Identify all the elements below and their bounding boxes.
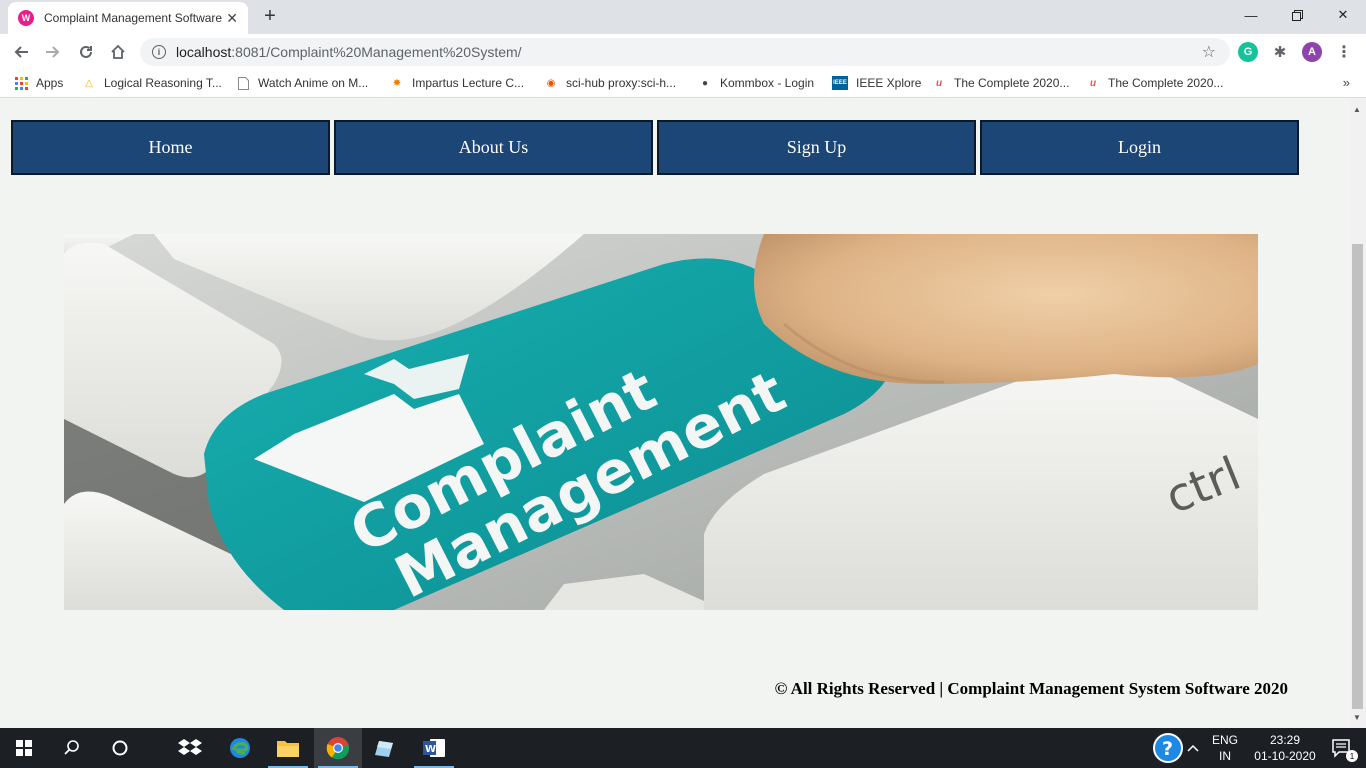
- nav-signup-button[interactable]: Sign Up: [657, 120, 976, 175]
- forward-icon[interactable]: [40, 39, 66, 65]
- bookmarks-overflow-icon[interactable]: »: [1343, 75, 1350, 90]
- home-icon[interactable]: [105, 39, 131, 65]
- bookmark-kommbox[interactable]: ● Kommbox - Login: [698, 76, 814, 90]
- cortana-icon[interactable]: [96, 728, 144, 768]
- udemy-icon: u: [935, 77, 943, 89]
- bookmark-logical-reasoning[interactable]: △ Logical Reasoning T...: [82, 76, 222, 90]
- udemy-icon: u: [1089, 77, 1097, 89]
- dropbox-icon[interactable]: [166, 728, 214, 768]
- footer-copyright: © All Rights Reserved | Complaint Manage…: [774, 679, 1288, 698]
- bookmark-udemy-1[interactable]: u The Complete 2020...: [932, 76, 1069, 90]
- scroll-down-icon[interactable]: ▼: [1353, 713, 1361, 722]
- bookmark-apps[interactable]: Apps: [14, 76, 63, 90]
- bookmark-star-icon[interactable]: ☆: [1202, 42, 1216, 62]
- globe-icon: ●: [701, 77, 709, 89]
- nav-login-button[interactable]: Login: [980, 120, 1299, 175]
- edge-icon[interactable]: [216, 728, 264, 768]
- nav-about-button[interactable]: About Us: [334, 120, 653, 175]
- action-center-icon[interactable]: 1: [1318, 728, 1366, 768]
- language-indicator[interactable]: ENG IN: [1208, 732, 1242, 764]
- bookmark-udemy-2[interactable]: u The Complete 2020...: [1086, 76, 1223, 90]
- page-viewport: Home About Us Sign Up Login Complaint Ma…: [0, 99, 1349, 728]
- windows-taskbar: W ? ENG IN 23:29 01-10-2020 1: [0, 728, 1366, 768]
- file-explorer-icon[interactable]: [264, 728, 312, 768]
- bookmark-ieee[interactable]: IEEE IEEE Xplore: [832, 76, 921, 90]
- page-scrollbar[interactable]: ▲ ▼: [1349, 99, 1366, 728]
- chrome-taskbar-icon[interactable]: [314, 728, 362, 768]
- search-icon[interactable]: [48, 728, 96, 768]
- clock[interactable]: 23:29 01-10-2020: [1250, 732, 1320, 764]
- bookmark-scihub[interactable]: ◉ sci-hub proxy:sci-h...: [544, 76, 676, 90]
- scroll-thumb[interactable]: [1352, 244, 1363, 709]
- windows-start-icon[interactable]: [0, 728, 48, 768]
- reload-icon[interactable]: [73, 39, 99, 65]
- tab-close-icon[interactable]: ✕: [226, 10, 238, 27]
- profile-avatar[interactable]: A: [1302, 42, 1322, 62]
- svg-text:?: ?: [1162, 738, 1173, 760]
- impartus-icon: ✸: [392, 77, 402, 89]
- tray-chevron-up-icon[interactable]: [1178, 728, 1208, 768]
- browser-toolbar: i localhost:8081/Complaint%20Management%…: [0, 34, 1366, 70]
- main-navbar: Home About Us Sign Up Login: [11, 120, 1299, 175]
- restore-icon[interactable]: [1274, 0, 1320, 30]
- scihub-icon: ◉: [546, 77, 556, 89]
- new-tab-icon[interactable]: +: [258, 4, 282, 28]
- bookmark-impartus[interactable]: ✸ Impartus Lecture C...: [390, 76, 524, 90]
- menu-kebab-icon[interactable]: ⋮: [1334, 42, 1354, 62]
- extensions-puzzle-icon[interactable]: ✱: [1270, 42, 1290, 62]
- nav-home-button[interactable]: Home: [11, 120, 330, 175]
- minimize-icon[interactable]: —: [1228, 0, 1274, 30]
- svg-text:W: W: [425, 744, 436, 755]
- word-icon[interactable]: W: [410, 728, 458, 768]
- close-window-icon[interactable]: ✕: [1320, 0, 1366, 30]
- ieee-icon: IEEE: [832, 76, 848, 90]
- bookmarks-bar: Apps △ Logical Reasoning T... Watch Anim…: [0, 70, 1366, 98]
- browser-tabstrip: W Complaint Management Software ✕ + — ✕: [0, 0, 1366, 34]
- logical-reasoning-icon: △: [85, 77, 93, 89]
- site-info-icon[interactable]: i: [152, 45, 166, 59]
- address-bar[interactable]: i localhost:8081/Complaint%20Management%…: [140, 38, 1230, 66]
- page-icon: [236, 76, 250, 90]
- tab-title: Complaint Management Software: [44, 11, 222, 25]
- hero-banner-image: Complaint Management ctrl: [64, 234, 1258, 610]
- notification-badge: 1: [1346, 750, 1358, 762]
- grammarly-icon[interactable]: G: [1238, 42, 1258, 62]
- browser-tab[interactable]: W Complaint Management Software ✕: [8, 2, 248, 34]
- apps-grid-icon: [14, 76, 28, 90]
- bookmark-watch-anime[interactable]: Watch Anime on M...: [236, 76, 368, 90]
- scroll-up-icon[interactable]: ▲: [1353, 105, 1361, 114]
- url-text: localhost:8081/Complaint%20Management%20…: [176, 44, 522, 60]
- notes-app-icon[interactable]: [362, 728, 410, 768]
- back-icon[interactable]: [8, 39, 34, 65]
- hero-illustration: Complaint Management ctrl: [64, 234, 1258, 610]
- tab-favicon-icon: W: [18, 10, 34, 26]
